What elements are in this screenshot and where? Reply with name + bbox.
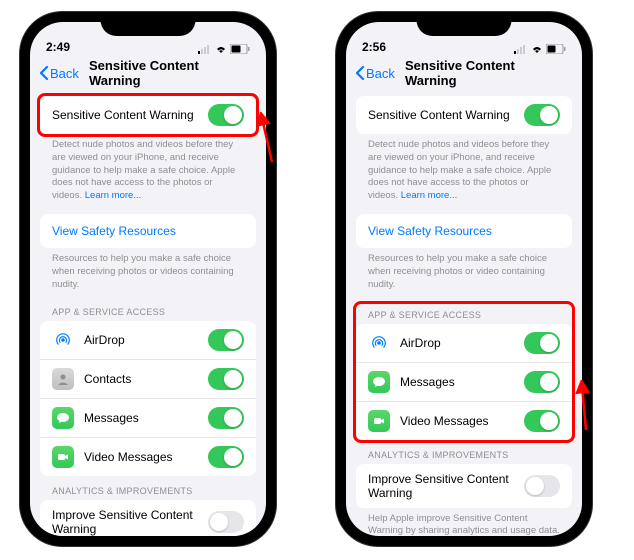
messages-toggle[interactable] xyxy=(208,407,244,429)
wifi-icon xyxy=(531,45,543,54)
battery-icon xyxy=(546,44,566,54)
analytics-row: Improve Sensitive Content Warning xyxy=(40,500,256,537)
screen: 2:56 Back Sensitive Content Warning Sens… xyxy=(346,22,582,536)
analytics-toggle[interactable] xyxy=(524,475,560,497)
app-row-contacts: Contacts xyxy=(40,359,256,398)
highlight-main-toggle: Sensitive Content Warning xyxy=(37,93,259,137)
safety-desc: Resources to help you make a safe choice… xyxy=(40,248,256,296)
main-toggle[interactable] xyxy=(524,104,560,126)
analytics-desc: Help Apple improve Sensitive Content War… xyxy=(356,508,572,537)
app-label: AirDrop xyxy=(84,333,125,347)
app-label: AirDrop xyxy=(400,336,441,350)
chevron-left-icon xyxy=(354,65,365,81)
back-label: Back xyxy=(366,66,395,81)
signal-icon xyxy=(514,45,528,54)
contacts-toggle[interactable] xyxy=(208,368,244,390)
status-time: 2:49 xyxy=(46,40,70,54)
signal-icon xyxy=(198,45,212,54)
app-label: Messages xyxy=(400,375,455,389)
notch xyxy=(417,12,512,36)
analytics-header: ANALYTICS & IMPROVEMENTS xyxy=(40,476,256,500)
messages-icon xyxy=(52,407,74,429)
iphone-left: 2:49 Back Sensitive Content Warning Sens… xyxy=(20,12,276,546)
notch xyxy=(101,12,196,36)
learn-more-link[interactable]: Learn more... xyxy=(85,190,142,201)
page-title: Sensitive Content Warning xyxy=(89,58,207,88)
battery-icon xyxy=(230,44,250,54)
messages-toggle[interactable] xyxy=(524,371,560,393)
analytics-label: Improve Sensitive Content Warning xyxy=(52,508,208,536)
app-label: Contacts xyxy=(84,372,131,386)
safety-resources-link: View Safety Resources xyxy=(368,224,492,238)
app-row-messages: Messages xyxy=(356,362,572,401)
main-toggle-label: Sensitive Content Warning xyxy=(52,108,194,122)
page-title: Sensitive Content Warning xyxy=(405,58,523,88)
safety-desc: Resources to help you make a safe choice… xyxy=(356,248,572,296)
main-toggle-row: Sensitive Content Warning xyxy=(40,96,256,134)
iphone-right: 2:56 Back Sensitive Content Warning Sens… xyxy=(336,12,592,546)
main-toggle-label: Sensitive Content Warning xyxy=(368,108,510,122)
back-button[interactable]: Back xyxy=(38,65,79,81)
video-messages-toggle[interactable] xyxy=(208,446,244,468)
app-label: Messages xyxy=(84,411,139,425)
main-toggle[interactable] xyxy=(208,104,244,126)
nav-bar: Back Sensitive Content Warning xyxy=(30,56,266,90)
back-button[interactable]: Back xyxy=(354,65,395,81)
video-messages-toggle[interactable] xyxy=(524,410,560,432)
airdrop-icon xyxy=(52,329,74,351)
messages-icon xyxy=(368,371,390,393)
app-row-airdrop: AirDrop xyxy=(356,324,572,362)
screen: 2:49 Back Sensitive Content Warning Sens… xyxy=(30,22,266,536)
chevron-left-icon xyxy=(38,65,49,81)
video-messages-icon xyxy=(368,410,390,432)
analytics-row: Improve Sensitive Content Warning xyxy=(356,464,572,508)
contacts-icon xyxy=(52,368,74,390)
airdrop-toggle[interactable] xyxy=(524,332,560,354)
highlight-apps-section: APP & SERVICE ACCESS AirDrop xyxy=(353,301,575,443)
safety-resources-row[interactable]: View Safety Resources xyxy=(40,214,256,248)
video-messages-icon xyxy=(52,446,74,468)
main-desc: Detect nude photos and videos before the… xyxy=(40,134,256,208)
analytics-toggle[interactable] xyxy=(208,511,244,533)
main-desc: Detect nude photos and videos before the… xyxy=(356,134,572,208)
app-row-airdrop: AirDrop xyxy=(40,321,256,359)
status-icons xyxy=(514,44,566,54)
status-time: 2:56 xyxy=(362,40,386,54)
analytics-label: Improve Sensitive Content Warning xyxy=(368,472,524,500)
main-toggle-row: Sensitive Content Warning xyxy=(356,96,572,134)
app-row-video-messages: Video Messages xyxy=(40,437,256,476)
wifi-icon xyxy=(215,45,227,54)
apps-header: APP & SERVICE ACCESS xyxy=(40,297,256,321)
app-row-messages: Messages xyxy=(40,398,256,437)
safety-resources-link: View Safety Resources xyxy=(52,224,176,238)
airdrop-toggle[interactable] xyxy=(208,329,244,351)
airdrop-icon xyxy=(368,332,390,354)
back-label: Back xyxy=(50,66,79,81)
safety-resources-row[interactable]: View Safety Resources xyxy=(356,214,572,248)
app-row-video-messages: Video Messages xyxy=(356,401,572,440)
app-label: Video Messages xyxy=(84,450,173,464)
analytics-header: ANALYTICS & IMPROVEMENTS xyxy=(356,440,572,464)
learn-more-link[interactable]: Learn more... xyxy=(401,190,458,201)
app-label: Video Messages xyxy=(400,414,489,428)
status-icons xyxy=(198,44,250,54)
nav-bar: Back Sensitive Content Warning xyxy=(346,56,582,90)
apps-header: APP & SERVICE ACCESS xyxy=(356,304,572,324)
